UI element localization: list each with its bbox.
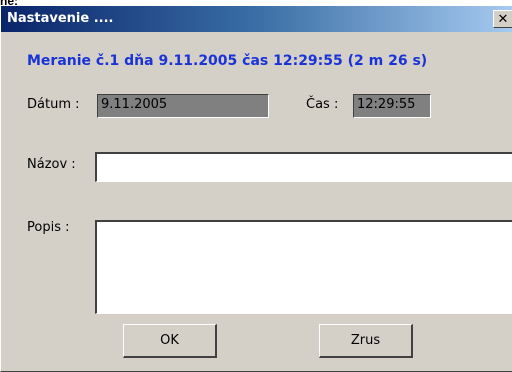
- cancel-button[interactable]: Zrus: [319, 324, 413, 358]
- window-title: Nastavenie ....: [7, 11, 114, 26]
- settings-dialog: Nastavenie .... ✕ Meranie č.1 dňa 9.11.2…: [0, 6, 512, 372]
- ok-button[interactable]: OK: [123, 324, 217, 358]
- popis-label: Popis :: [27, 220, 70, 235]
- ok-button-label: OK: [160, 333, 179, 348]
- nazov-input[interactable]: [95, 152, 512, 182]
- cas-field: 12:29:55: [353, 94, 431, 118]
- close-button[interactable]: ✕: [493, 10, 512, 28]
- cancel-button-label: Zrus: [350, 333, 381, 348]
- close-icon: ✕: [497, 11, 509, 27]
- title-bar[interactable]: Nastavenie .... ✕: [1, 6, 512, 32]
- nazov-label: Názov :: [27, 157, 76, 172]
- measurement-headline: Meranie č.1 dňa 9.11.2005 čas 12:29:55 (…: [27, 53, 428, 69]
- cas-label: Čas :: [306, 97, 339, 112]
- popis-textarea[interactable]: [95, 220, 512, 314]
- datum-label: Dátum :: [27, 97, 80, 112]
- datum-field: 9.11.2005: [97, 94, 269, 118]
